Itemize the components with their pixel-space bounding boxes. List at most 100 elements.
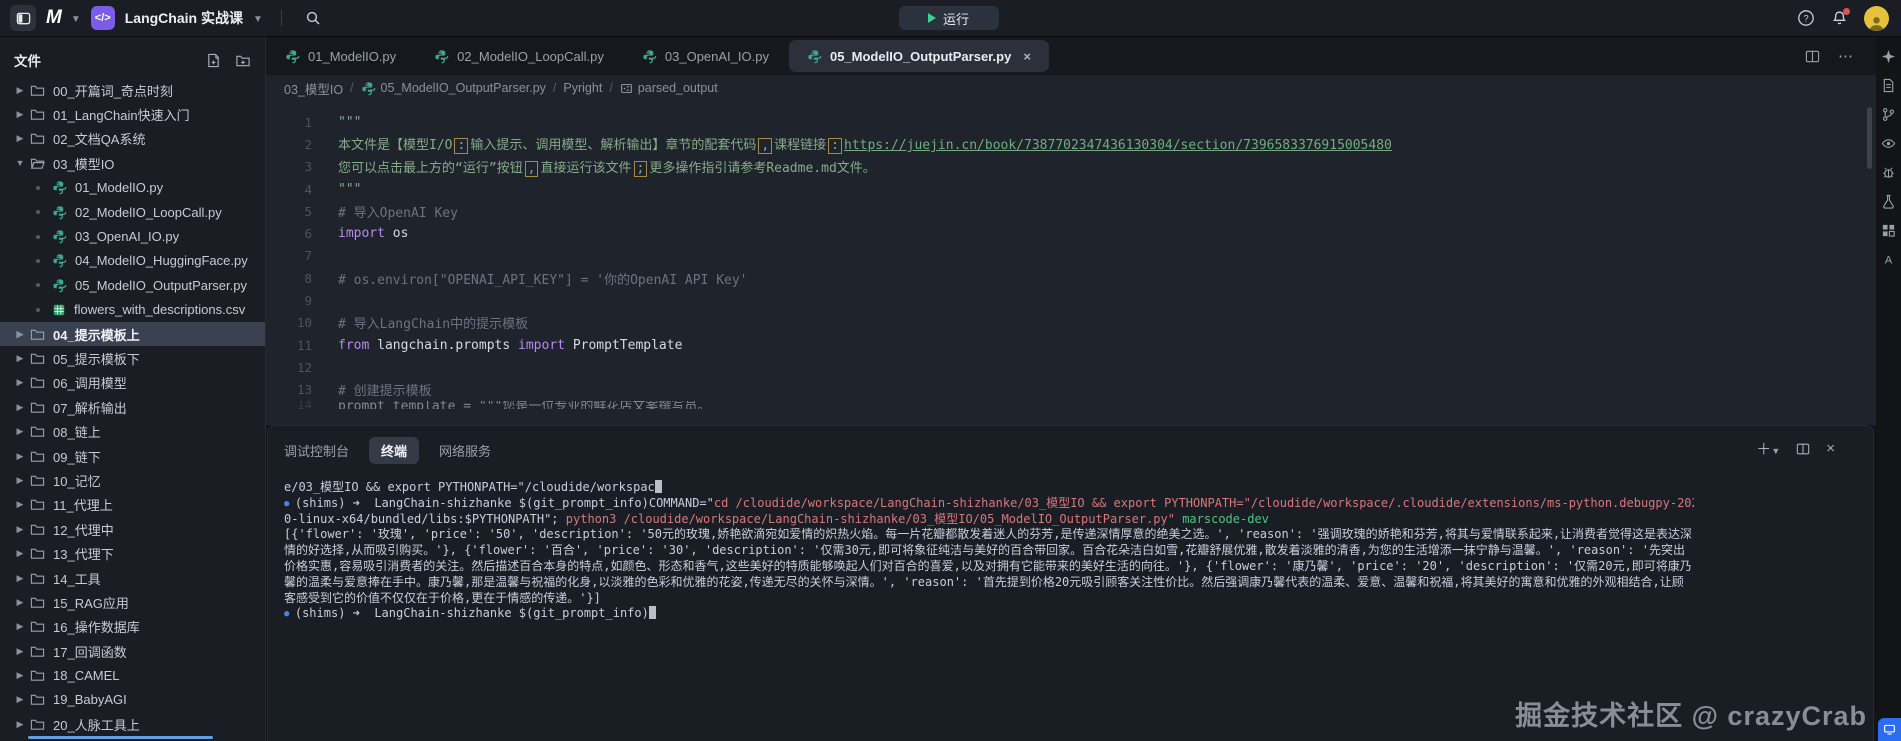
tree-item-05_ModelIO_OutputParser.py[interactable]: 05_ModelIO_OutputParser.py (0, 273, 265, 297)
tree-item-08_链上[interactable]: ▶ 08_链上 (0, 419, 265, 443)
ai-sparkle-icon[interactable] (1881, 49, 1896, 64)
assistant-corner-widget[interactable] (1878, 718, 1901, 741)
search-icon[interactable] (300, 5, 326, 31)
breadcrumb-item[interactable]: 03_模型IO (284, 79, 343, 98)
chevron-right-icon[interactable]: ▶ (14, 670, 26, 681)
tree-item-15_RAG应用[interactable]: ▶ 15_RAG应用 (0, 590, 265, 614)
language-a-icon[interactable]: A (1881, 252, 1896, 267)
chevron-right-icon[interactable]: ▶ (14, 133, 26, 144)
tree-item-04_ModelIO_HuggingFace.py[interactable]: 04_ModelIO_HuggingFace.py (0, 249, 265, 273)
chevron-right-icon[interactable]: ▶ (14, 85, 26, 96)
code-editor[interactable]: 1 """ 2 本文件是【模型I/O: 输入提示、调用模型、解析输出】章节的配套代码, 课… (266, 101, 1876, 425)
tree-item-flowers_with_descriptions.csv[interactable]: flowers_with_descriptions.csv (0, 298, 265, 322)
chevron-right-icon[interactable]: ▶ (14, 329, 26, 340)
run-button[interactable]: 运行 (898, 6, 999, 30)
chevron-right-icon[interactable]: ▶ (14, 548, 26, 559)
chevron-right-icon[interactable]: ▶ (14, 377, 26, 388)
new-folder-icon[interactable] (235, 53, 251, 68)
tree-item-19_BabyAGI[interactable]: ▶ 19_BabyAGI (0, 688, 265, 712)
git-branch-icon[interactable] (1881, 107, 1896, 122)
tree-item-07_解析输出[interactable]: ▶ 07_解析输出 (0, 395, 265, 419)
document-icon[interactable] (1881, 78, 1896, 93)
tree-item-17_回调函数[interactable]: ▶ 17_回调函数 (0, 639, 265, 663)
tab-01_ModelIO.py[interactable]: 01_ModelIO.py (267, 40, 414, 72)
new-terminal-icon[interactable]: ＋▼ (1756, 438, 1780, 459)
tree-item-05_提示模板下[interactable]: ▶ 05_提示模板下 (0, 346, 265, 370)
top-bar: M ▼ </> LangChain 实战课 ▼ 运行 ? (0, 0, 1901, 37)
chevron-right-icon[interactable]: ▶ (14, 694, 26, 705)
chevron-right-icon[interactable]: ▶ (14, 719, 26, 730)
tree-item-12_代理中[interactable]: ▶ 12_代理中 (0, 517, 265, 541)
help-icon[interactable]: ? (1797, 9, 1815, 27)
tree-item-label: 20_人脉工具上 (53, 717, 140, 733)
close-panel-icon[interactable]: × (1826, 440, 1835, 457)
tree-item-10_记忆[interactable]: ▶ 10_记忆 (0, 468, 265, 492)
tree-item-13_代理下[interactable]: ▶ 13_代理下 (0, 541, 265, 565)
more-actions-icon[interactable]: ⋯ (1838, 47, 1854, 65)
tree-item-01_ModelIO.py[interactable]: 01_ModelIO.py (0, 176, 265, 200)
tab-label: 05_ModelIO_OutputParser.py (829, 48, 1012, 64)
project-chevron-down-icon[interactable]: ▼ (253, 14, 263, 25)
chevron-right-icon[interactable]: ▶ (14, 475, 26, 486)
sidebar-horizontal-scrollbar[interactable] (28, 736, 213, 739)
breadcrumb-item[interactable]: 05_ModelIO_OutputParser.py (361, 81, 546, 96)
tree-item-14_工具[interactable]: ▶ 14_工具 (0, 566, 265, 590)
breadcrumb-item[interactable]: parsed_output (620, 81, 718, 95)
notifications-bell-icon[interactable] (1831, 7, 1850, 27)
git-status-dot (36, 234, 40, 239)
panel-tab-终端[interactable]: 终端 (369, 437, 420, 464)
python-file-icon (361, 81, 376, 96)
tree-item-11_代理上[interactable]: ▶ 11_代理上 (0, 493, 265, 517)
tree-item-03_模型IO[interactable]: ▼ 03_模型IO (0, 151, 265, 175)
tree-item-20_人脉工具上[interactable]: ▶ 20_人脉工具上 (0, 712, 265, 736)
split-editor-icon[interactable] (1805, 49, 1820, 64)
chevron-right-icon[interactable]: ▶ (14, 646, 26, 657)
tab-05_ModelIO_OutputParser.py[interactable]: 05_ModelIO_OutputParser.py × (788, 40, 1049, 72)
close-tab-icon[interactable]: × (1023, 49, 1031, 64)
preview-eye-icon[interactable] (1881, 136, 1896, 151)
chevron-right-icon[interactable]: ▶ (14, 499, 26, 510)
debug-bug-icon[interactable] (1881, 165, 1896, 180)
sidebar-toggle-icon[interactable] (10, 5, 36, 31)
chevron-down-icon[interactable]: ▼ (14, 158, 26, 168)
chevron-right-icon[interactable]: ▶ (14, 621, 26, 632)
tree-item-09_链下[interactable]: ▶ 09_链下 (0, 444, 265, 468)
chevron-right-icon[interactable]: ▶ (14, 597, 26, 608)
tree-item-16_操作数据库[interactable]: ▶ 16_操作数据库 (0, 615, 265, 639)
tree-item-04_提示模板上[interactable]: ▶ 04_提示模板上 (0, 321, 265, 347)
split-terminal-icon[interactable] (1796, 442, 1810, 456)
tree-item-label: 19_BabyAGI (53, 692, 127, 708)
folder-icon (30, 692, 45, 707)
tab-02_ModelIO_LoopCall.py[interactable]: 02_ModelIO_LoopCall.py (416, 40, 622, 72)
chevron-right-icon[interactable]: ▶ (14, 451, 26, 462)
avatar[interactable] (1864, 5, 1889, 31)
chevron-right-icon[interactable]: ▶ (14, 524, 26, 535)
project-name[interactable]: LangChain 实战课 (125, 8, 243, 28)
tree-item-03_OpenAI_IO.py[interactable]: 03_OpenAI_IO.py (0, 224, 265, 248)
tab-03_OpenAI_IO.py[interactable]: 03_OpenAI_IO.py (624, 40, 787, 72)
test-beaker-icon[interactable] (1881, 194, 1896, 209)
extensions-grid-icon[interactable] (1881, 223, 1896, 238)
tree-item-label: 16_操作数据库 (53, 620, 140, 636)
git-status-dot (36, 210, 40, 215)
tree-item-06_调用模型[interactable]: ▶ 06_调用模型 (0, 371, 265, 395)
chevron-right-icon[interactable]: ▶ (14, 353, 26, 364)
chevron-right-icon[interactable]: ▶ (14, 109, 26, 120)
logo-chevron-down-icon[interactable]: ▼ (71, 14, 81, 25)
editor-vertical-scrollbar[interactable] (1867, 107, 1872, 169)
panel-tab-网络服务[interactable]: 网络服务 (439, 441, 491, 460)
new-file-icon[interactable] (206, 53, 221, 68)
chevron-right-icon[interactable]: ▶ (14, 426, 26, 437)
panel-tab-调试控制台[interactable]: 调试控制台 (284, 441, 349, 460)
chevron-right-icon[interactable]: ▶ (14, 573, 26, 584)
tree-item-02_ModelIO_LoopCall.py[interactable]: 02_ModelIO_LoopCall.py (0, 200, 265, 224)
symbol-field-icon (620, 82, 633, 95)
marscode-logo[interactable]: M (46, 7, 62, 29)
breadcrumb-item[interactable]: Pyright (563, 81, 602, 95)
terminal-output[interactable]: e/03_模型IO && export PYTHONPATH="/cloudid… (268, 470, 1873, 622)
tree-item-02_文档QA系统[interactable]: ▶ 02_文档QA系统 (0, 127, 265, 151)
chevron-right-icon[interactable]: ▶ (14, 402, 26, 413)
tree-item-00_开篇词_奇点时刻[interactable]: ▶ 00_开篇词_奇点时刻 (0, 78, 265, 102)
tree-item-01_LangChain快速入门[interactable]: ▶ 01_LangChain快速入门 (0, 102, 265, 126)
tree-item-18_CAMEL[interactable]: ▶ 18_CAMEL (0, 663, 265, 687)
